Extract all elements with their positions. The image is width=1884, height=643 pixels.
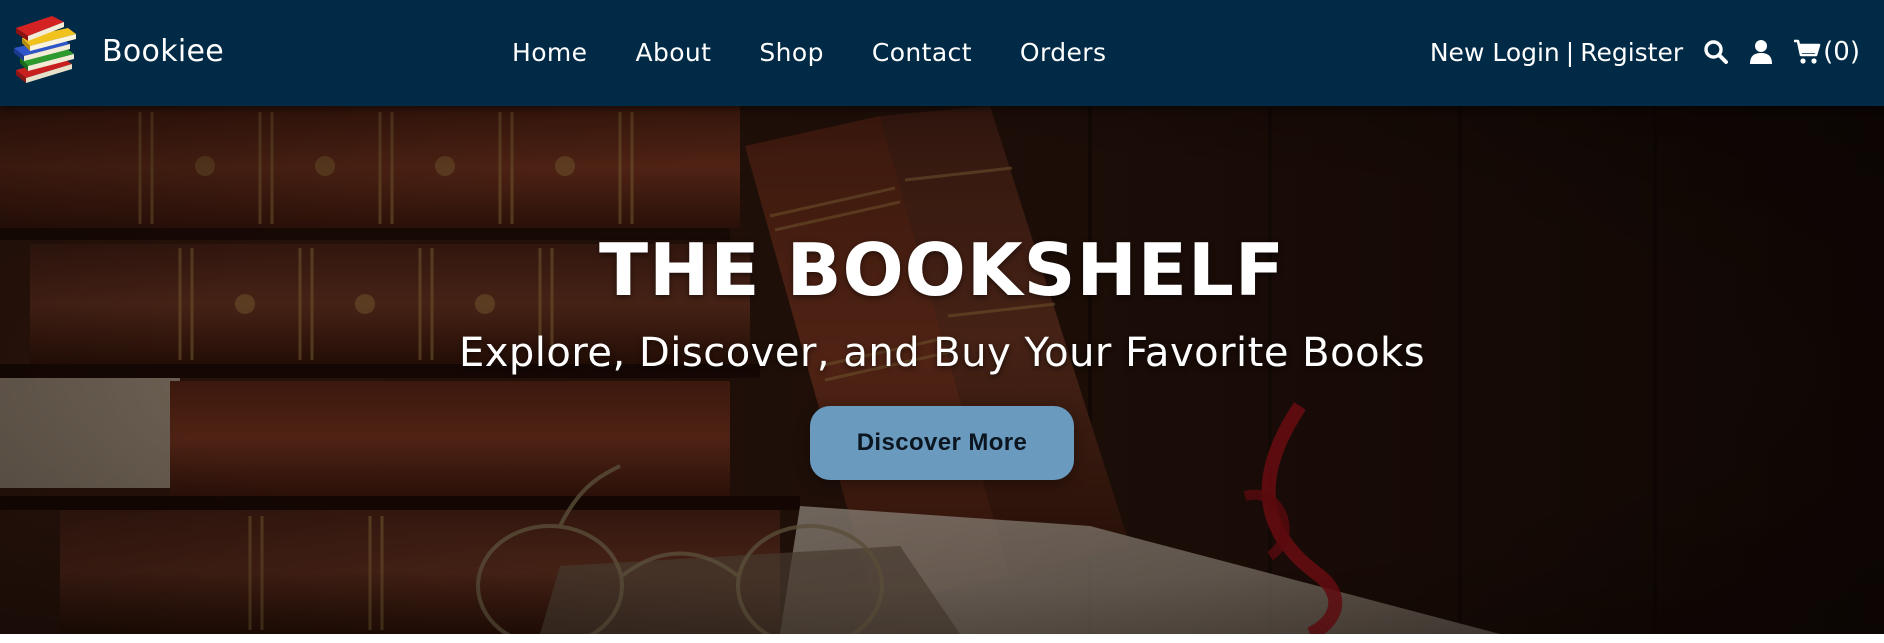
hero-title: THE BOOKSHELF [598,228,1286,312]
nav-link-orders[interactable]: Orders [1020,38,1106,67]
auth-separator: | [1565,37,1575,67]
register-link[interactable]: Register [1580,38,1683,67]
main-nav: Home About Shop Contact Orders [512,32,1154,72]
search-button[interactable] [1703,39,1729,65]
cart-icon [1794,39,1821,64]
book-stack-icon [14,16,76,83]
cart-count: (0) [1823,37,1860,67]
nav-link-contact[interactable]: Contact [872,38,972,67]
brand-name: Bookiee [102,33,225,69]
user-icon [1750,40,1773,64]
search-icon [1704,40,1729,64]
discover-more-button[interactable]: Discover More [810,406,1074,480]
nav-link-about[interactable]: About [635,38,711,67]
hero-subtitle: Explore, Discover, and Buy Your Favorite… [458,330,1426,376]
nav-link-home[interactable]: Home [512,38,587,67]
hero-banner: THE BOOKSHELF Explore, Discover, and Buy… [0,106,1884,634]
account-button[interactable] [1749,39,1773,65]
cart-button[interactable]: (0) [1793,37,1860,67]
nav-link-shop[interactable]: Shop [759,38,823,67]
hero-content: THE BOOKSHELF Explore, Discover, and Buy… [0,234,1884,480]
nav-actions: New Login | Register (0) [1430,30,1860,74]
new-login-link[interactable]: New Login [1430,38,1560,67]
top-navbar: Bookiee Home About Shop Contact Orders N… [0,0,1884,106]
brand[interactable]: Bookiee [12,14,224,88]
